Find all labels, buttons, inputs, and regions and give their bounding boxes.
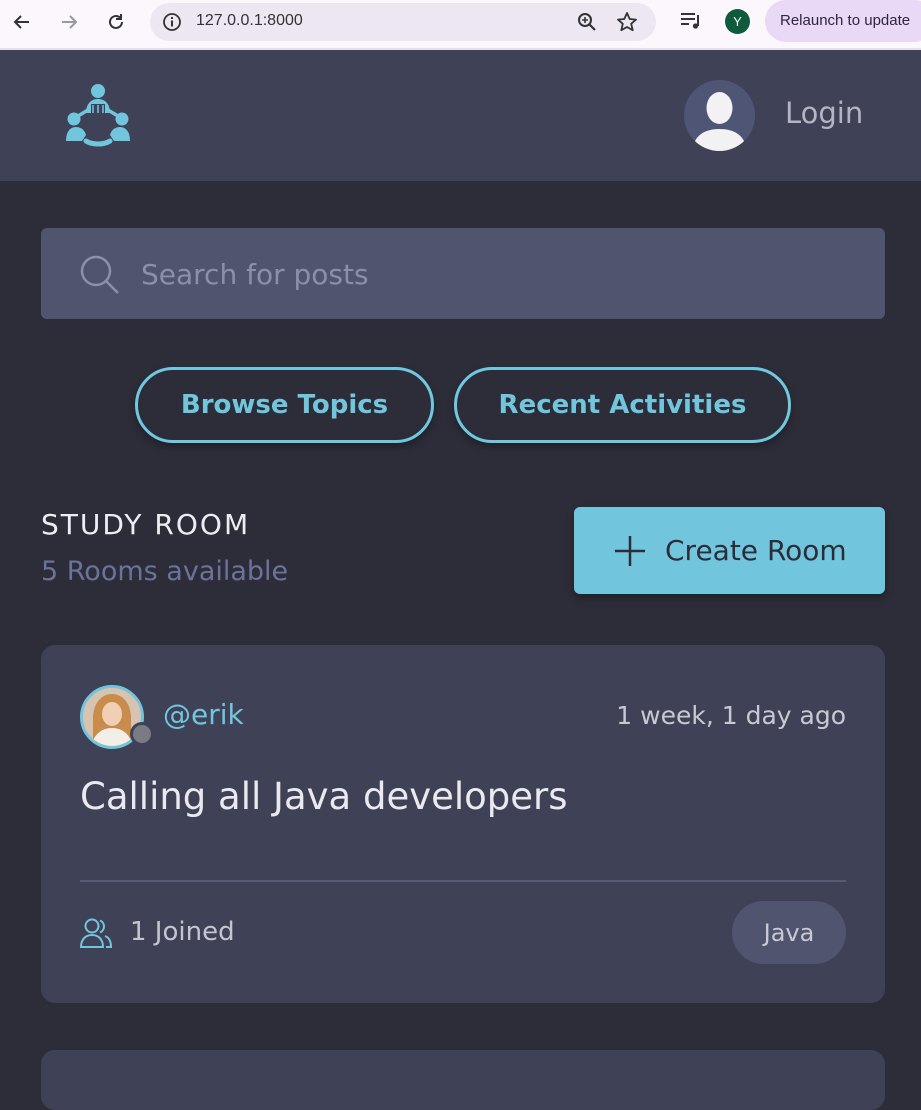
status-indicator	[130, 722, 154, 746]
media-control-icon[interactable]	[678, 9, 704, 33]
user-silhouette-icon	[692, 92, 747, 151]
address-bar[interactable]: 127.0.0.1:8000	[150, 3, 656, 41]
reload-icon[interactable]	[102, 8, 130, 36]
browser-toolbar: 127.0.0.1:8000 Y Relaunch to update	[0, 0, 921, 50]
site-info-icon[interactable]	[162, 12, 182, 32]
room-timestamp: 1 week, 1 day ago	[616, 701, 846, 730]
create-room-label: Create Room	[665, 534, 847, 567]
url-text: 127.0.0.1:8000	[196, 12, 303, 29]
room-title[interactable]: Calling all Java developers	[80, 775, 568, 818]
study-room-title: STUDY ROOM	[41, 508, 251, 541]
plus-icon	[615, 535, 645, 566]
search-icon	[80, 255, 119, 294]
rooms-count: 5 Rooms available	[41, 556, 289, 587]
host-username[interactable]: @erik	[163, 698, 244, 731]
zoom-icon[interactable]	[576, 11, 598, 33]
create-room-button[interactable]: Create Room	[574, 507, 885, 594]
room-card[interactable]	[41, 1050, 885, 1110]
bookmark-star-icon[interactable]	[616, 11, 638, 33]
recent-activities-button[interactable]: Recent Activities	[454, 367, 791, 443]
back-arrow-icon[interactable]	[8, 8, 36, 36]
app-header	[0, 50, 921, 181]
forward-arrow-icon[interactable]	[55, 8, 83, 36]
users-icon	[79, 918, 113, 948]
card-divider	[80, 880, 846, 882]
browse-topics-button[interactable]: Browse Topics	[135, 367, 434, 443]
relaunch-button[interactable]: Relaunch to update	[765, 0, 921, 42]
study-group-logo-icon[interactable]	[64, 83, 132, 147]
room-card[interactable]: @erik 1 week, 1 day ago Calling all Java…	[41, 645, 885, 1003]
search-bar	[41, 228, 885, 319]
joined-count: 1 Joined	[130, 917, 235, 947]
login-link[interactable]: Login	[785, 96, 863, 130]
search-input[interactable]	[139, 250, 843, 298]
profile-avatar[interactable]: Y	[725, 9, 750, 34]
topic-tag[interactable]: Java	[732, 901, 846, 964]
user-avatar[interactable]	[684, 80, 755, 151]
